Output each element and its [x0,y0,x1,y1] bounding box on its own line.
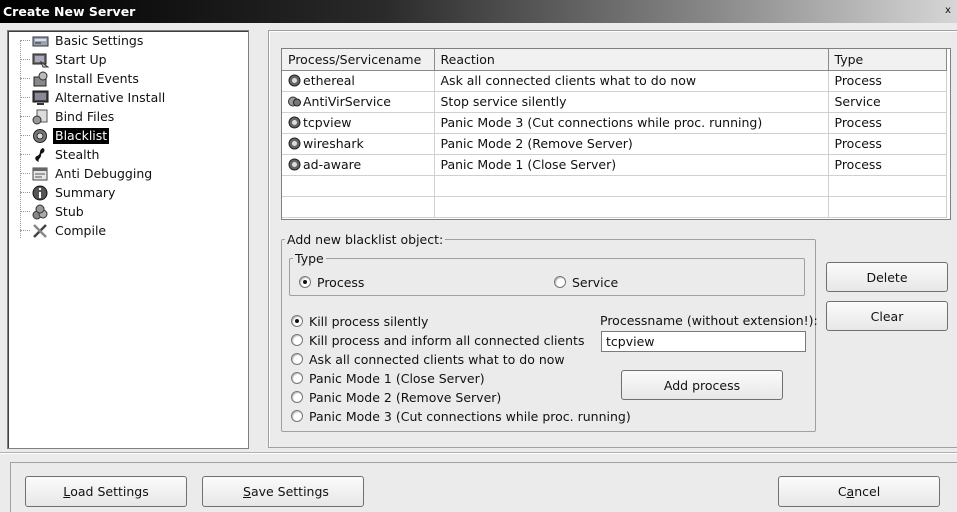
row-name: tcpview [303,115,352,130]
tree-item-anti-debugging[interactable]: Anti Debugging [20,164,154,183]
type-group: Type [289,251,805,296]
blacklist-grid[interactable]: Process/Servicename Reaction Type ethere… [281,48,951,220]
window-title: Create New Server [3,4,136,19]
row-reaction: Panic Mode 1 (Close Server) [434,154,829,176]
process-icon [288,137,301,150]
reaction-kill-silently-radio[interactable]: Kill process silently [291,313,428,329]
table-row[interactable]: ethereal Ask all connected clients what … [282,70,947,92]
reaction-panic-3-radio[interactable]: Panic Mode 3 (Cut connections while proc… [291,408,631,424]
tree-item-compile[interactable]: Compile [20,221,108,240]
reaction-kill-inform-radio[interactable]: Kill process and inform all connected cl… [291,332,584,348]
tree-item-blacklist[interactable]: Blacklist [20,126,110,145]
compile-icon [32,223,49,239]
row-name: AntiVirService [303,94,391,109]
table-row[interactable]: tcpview Panic Mode 3 (Cut connections wh… [282,112,947,134]
tree-item-alternative-install[interactable]: Alternative Install [20,88,167,107]
stub-icon [32,204,49,220]
tree-item-start-up[interactable]: Start Up [20,50,109,69]
empty-row [282,175,947,197]
radio-indicator [554,276,566,288]
table-row[interactable]: AntiVirService Stop service silently Ser… [282,91,947,113]
blacklist-icon [32,128,49,144]
clear-button[interactable]: Clear [826,301,948,331]
row-reaction: Stop service silently [434,91,829,113]
table-row[interactable]: ad-aware Panic Mode 1 (Close Server) Pro… [282,154,947,176]
close-icon[interactable]: x [942,4,954,18]
info-icon [32,185,49,201]
table-row[interactable]: wireshark Panic Mode 2 (Remove Server) P… [282,133,947,155]
type-legend: Type [295,251,324,266]
anti-debugging-icon [32,166,49,182]
reaction-ask-clients-radio[interactable]: Ask all connected clients what to do now [291,351,565,367]
add-blacklist-legend: Add new blacklist object: [287,232,444,247]
row-type: Process [828,70,947,92]
processname-input[interactable] [601,331,806,352]
bind-files-icon [32,109,49,125]
tree-item-stub[interactable]: Stub [20,202,86,221]
tree-item-basic-settings[interactable]: Basic Settings [20,31,145,50]
row-reaction: Panic Mode 2 (Remove Server) [434,133,829,155]
service-icon [288,96,301,107]
type-service-radio[interactable]: Service [554,274,618,290]
settings-icon [32,33,49,49]
process-icon [288,158,301,171]
row-type: Process [828,112,947,134]
add-process-button[interactable]: Add process [621,370,783,400]
column-header-reaction[interactable]: Reaction [434,49,829,71]
row-name: ad-aware [303,157,362,172]
tree-item-bind-files[interactable]: Bind Files [20,107,116,126]
settings-tree[interactable]: Basic Settings Start Up Install Events A… [7,30,249,449]
row-name: ethereal [303,73,355,88]
row-type: Service [828,91,947,113]
monitor-icon [32,90,49,106]
grid-header: Process/Servicename Reaction Type [282,49,947,71]
reaction-panic-1-radio[interactable]: Panic Mode 1 (Close Server) [291,370,485,386]
tree-item-install-events[interactable]: Install Events [20,69,141,88]
row-reaction: Panic Mode 3 (Cut connections while proc… [434,112,829,134]
stealth-icon [32,147,49,163]
empty-row [282,196,947,218]
radio-indicator [299,276,311,288]
process-icon [288,116,301,129]
startup-icon [32,52,49,68]
load-settings-button[interactable]: Load Settings [25,476,187,507]
bottom-separator [0,452,957,454]
row-name: wireshark [303,136,364,151]
column-header-type[interactable]: Type [828,49,947,71]
tree-item-stealth[interactable]: Stealth [20,145,101,164]
row-reaction: Ask all connected clients what to do now [434,70,829,92]
window-titlebar: Create New Server x [0,0,957,23]
save-settings-button[interactable]: Save Settings [202,476,364,507]
row-type: Process [828,133,947,155]
type-process-radio[interactable]: Process [299,274,364,290]
processname-label: Processname (without extension!): [600,313,818,328]
install-events-icon [32,71,49,87]
process-icon [288,74,301,87]
column-header-name[interactable]: Process/Servicename [282,49,435,71]
cancel-button[interactable]: Ca ncel [778,476,940,507]
tree-item-summary[interactable]: Summary [20,183,117,202]
delete-button[interactable]: Delete [826,262,948,292]
row-type: Process [828,154,947,176]
reaction-panic-2-radio[interactable]: Panic Mode 2 (Remove Server) [291,389,501,405]
